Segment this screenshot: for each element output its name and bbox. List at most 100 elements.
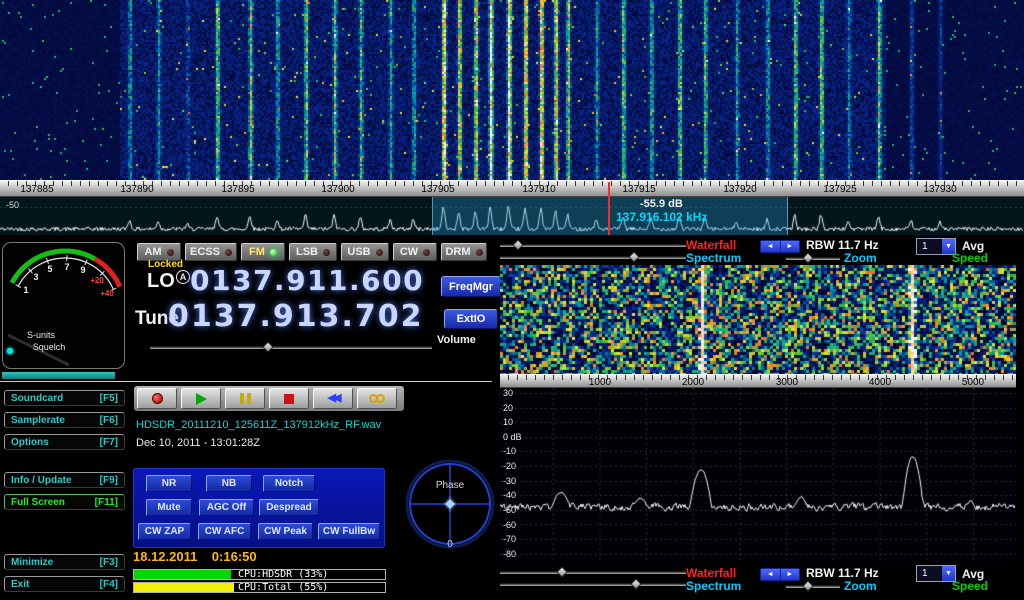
slider-track[interactable]	[500, 256, 686, 259]
mode-fm-button[interactable]: FM	[241, 243, 285, 261]
speed-label: Speed	[952, 251, 988, 265]
spectrum-scrollbar-2[interactable]: ◄ ►	[760, 568, 800, 581]
play-icon	[196, 393, 207, 405]
slider-thumb[interactable]	[262, 341, 273, 352]
zoom-slider-2[interactable]	[786, 581, 840, 592]
freq-tick-label: 137900	[321, 185, 354, 195]
pause-button[interactable]	[225, 388, 265, 409]
spectrum-toggle-label[interactable]: Spectrum	[686, 251, 741, 265]
lock-a-badge[interactable]: A	[176, 270, 190, 284]
slider-thumb[interactable]	[802, 252, 813, 263]
waterfall-brightness-slider[interactable]	[500, 252, 686, 263]
button-key: [F6]	[100, 415, 118, 426]
volume-slider[interactable]	[150, 342, 432, 353]
full-screen-button[interactable]: Full Screen[F11]	[4, 494, 125, 510]
despread-button[interactable]: Despread	[259, 499, 319, 516]
squelch-level-bar[interactable]	[2, 372, 115, 379]
avg-select-2[interactable]: 1 ▼	[916, 565, 956, 582]
cw-afc-button[interactable]: CW AFC	[198, 523, 251, 540]
audio-frequency-ruler[interactable]: 1000 2000 3000 4000 5000	[500, 374, 1016, 388]
agc-button[interactable]: AGC Off	[199, 499, 254, 516]
freqmgr-button[interactable]: FreqMgr	[441, 276, 501, 297]
slider-track[interactable]	[500, 571, 686, 574]
hz-tick-label: 4000	[869, 378, 891, 388]
hz-tick-label: 1000	[589, 378, 611, 388]
avg-select[interactable]: 1 ▼	[916, 238, 956, 255]
loop-button[interactable]	[357, 388, 397, 409]
mode-led	[476, 249, 483, 256]
slider-thumb[interactable]	[628, 251, 639, 262]
mode-usb-button[interactable]: USB	[341, 243, 389, 261]
rewind-button[interactable]: ◀◀	[313, 388, 353, 409]
slider-track[interactable]	[500, 244, 686, 247]
scroll-left-icon[interactable]: ◄	[761, 241, 780, 252]
waterfall-contrast-slider[interactable]	[500, 240, 686, 251]
tune-cursor-line	[608, 182, 610, 235]
cw-fullbw-button[interactable]: CW FullBw	[318, 523, 380, 540]
record-button[interactable]	[137, 388, 177, 409]
waterfall-toggle-label-2[interactable]: Waterfall	[686, 566, 736, 580]
slider-thumb[interactable]	[512, 239, 523, 250]
cpu-total-bar: CPU:Total (55%)	[133, 582, 386, 593]
cw-zap-button[interactable]: CW ZAP	[138, 523, 191, 540]
spectrum-scrollbar[interactable]: ◄ ►	[760, 240, 800, 253]
frequency-ruler[interactable]: 137885 137890 137895 137900 137905 13791…	[0, 180, 1024, 197]
hz-tick-label: 2000	[682, 378, 704, 388]
scroll-right-icon[interactable]: ►	[780, 241, 800, 252]
audio-spectrum-trace	[500, 388, 1016, 562]
slider-thumb[interactable]	[556, 566, 567, 577]
slider-thumb[interactable]	[802, 580, 813, 591]
slider-track[interactable]	[500, 583, 686, 586]
zoom-slider[interactable]	[786, 253, 840, 264]
db-axis-label: 10	[503, 417, 513, 427]
slider-track[interactable]	[150, 346, 432, 349]
soundcard-button[interactable]: Soundcard[F5]	[4, 390, 125, 406]
mode-ecss-button[interactable]: ECSS	[185, 243, 237, 261]
samplerate-button[interactable]: Samplerate[F6]	[4, 412, 125, 428]
speed-label-2: Speed	[952, 579, 988, 593]
record-icon	[152, 393, 163, 404]
mode-led	[225, 249, 232, 256]
stop-button[interactable]	[269, 388, 309, 409]
mode-led	[167, 249, 174, 256]
waterfall-brightness-slider-2[interactable]	[500, 579, 686, 590]
button-key: [F9]	[100, 475, 118, 486]
spectrum-toggle-label-2[interactable]: Spectrum	[686, 579, 741, 593]
main-waterfall-display[interactable]	[0, 0, 1024, 180]
minimize-button[interactable]: Minimize[F3]	[4, 554, 125, 570]
nb-button[interactable]: NB	[206, 475, 252, 492]
mode-drm-button[interactable]: DRM	[441, 243, 487, 261]
cw-peak-button[interactable]: CW Peak	[258, 523, 313, 540]
db-axis-label: -80	[503, 549, 516, 559]
tune-frequency-digits[interactable]: 0137.913.702	[168, 299, 422, 334]
mode-lsb-button[interactable]: LSB	[289, 243, 337, 261]
audio-spectrum-display[interactable]: 30 20 10 0 dB -10 -20 -30 -40 -50 -60 -7…	[500, 388, 1016, 562]
mode-led	[423, 249, 430, 256]
extio-button[interactable]: ExtIO	[444, 309, 498, 329]
lo-frequency-digits[interactable]: 0137.911.600	[190, 264, 422, 297]
main-spectrum-display[interactable]: -50 -55.9 dB 137.916.102 kHz	[0, 197, 1024, 235]
mode-label: FM	[249, 246, 265, 258]
db-axis-label: -70	[503, 534, 516, 544]
cursor-frequency-readout: 137.916.102 kHz	[616, 211, 707, 224]
freq-tick-label: 137915	[622, 185, 655, 195]
mode-cw-button[interactable]: CW	[393, 243, 437, 261]
cpu-total-fill	[134, 583, 234, 592]
options-button[interactable]: Options[F7]	[4, 434, 125, 450]
waterfall-toggle-label[interactable]: Waterfall	[686, 238, 736, 252]
s-meter[interactable]: 1 3 5 7 9 +20 +40 S-units Squelch	[2, 242, 125, 369]
zoom-selection-band[interactable]	[432, 197, 788, 235]
audio-waterfall-display[interactable]	[500, 265, 1016, 374]
nr-button[interactable]: NR	[146, 475, 192, 492]
play-button[interactable]	[181, 388, 221, 409]
scroll-right-icon[interactable]: ►	[780, 569, 800, 580]
waterfall-contrast-slider-2[interactable]	[500, 567, 686, 578]
mute-button[interactable]: Mute	[146, 499, 192, 516]
notch-button[interactable]: Notch	[263, 475, 315, 492]
info-update-button[interactable]: Info / Update[F9]	[4, 472, 125, 488]
slider-thumb[interactable]	[630, 578, 641, 589]
scroll-left-icon[interactable]: ◄	[761, 569, 780, 580]
db-axis-label: -10	[503, 446, 516, 456]
button-key: [F3]	[100, 557, 118, 568]
exit-button[interactable]: Exit[F4]	[4, 576, 125, 592]
